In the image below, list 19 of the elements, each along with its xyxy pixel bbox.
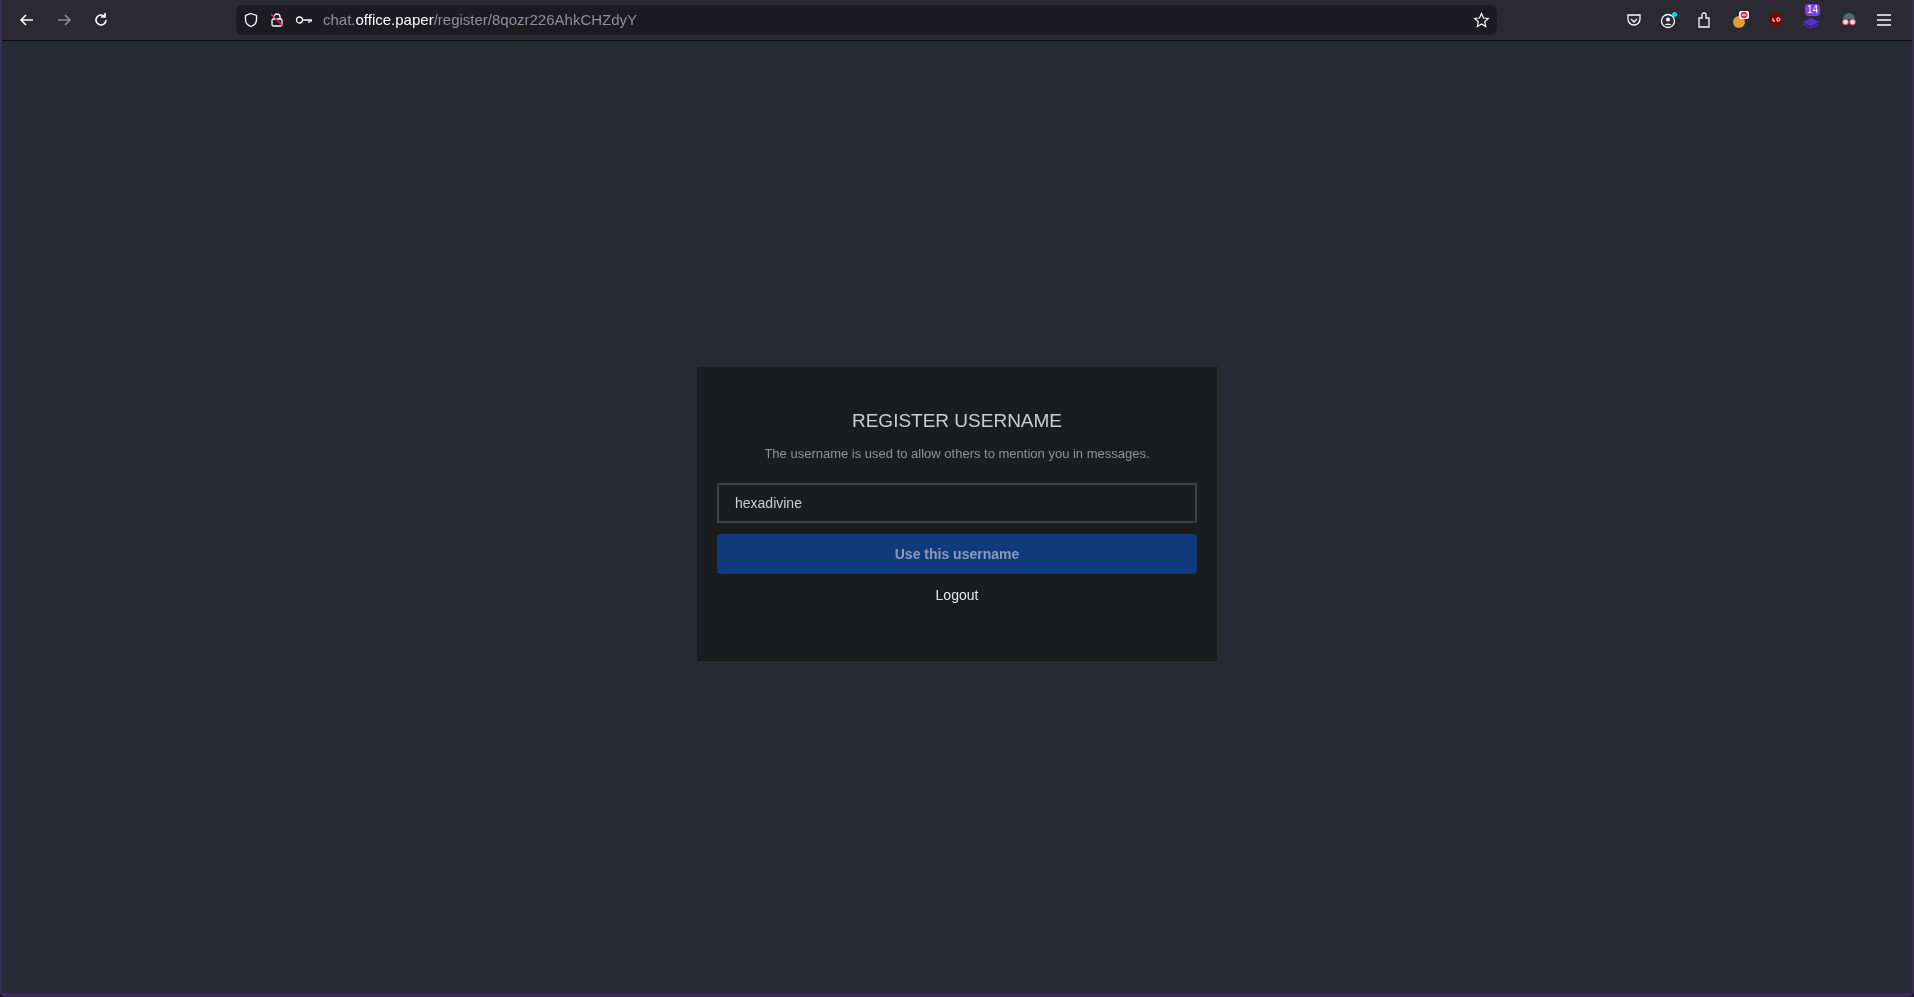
logout-link[interactable]: Logout [935,585,979,606]
insecure-lock-icon[interactable] [269,12,285,28]
account-icon[interactable] [1660,11,1678,29]
extension-icon[interactable] [1730,10,1750,30]
url-text[interactable]: chat.office.paper/register/8qozr226AhkCHZdyY [323,8,638,32]
puzzle-icon[interactable] [1696,12,1712,28]
bookmark-star-icon[interactable] [1473,11,1490,29]
dialog-title: REGISTER USERNAME [851,409,1063,433]
shield-extension-icon[interactable] [1768,12,1784,28]
dialog-description: The username is used to allow others to mention you in messages. [764,444,1150,463]
key-icon[interactable] [295,14,313,26]
pocket-icon[interactable] [1626,12,1642,28]
shield-icon[interactable] [243,12,259,28]
goggles-icon[interactable] [1840,12,1858,28]
menu-icon[interactable] [1876,13,1892,27]
address-bar[interactable]: chat.office.paper/register/8qozr226AhkCHZdyY [236,5,1497,35]
reload-icon[interactable] [92,11,110,29]
username-field[interactable]: hexadivine [717,483,1197,523]
notification-badge: 14 [1805,4,1821,16]
